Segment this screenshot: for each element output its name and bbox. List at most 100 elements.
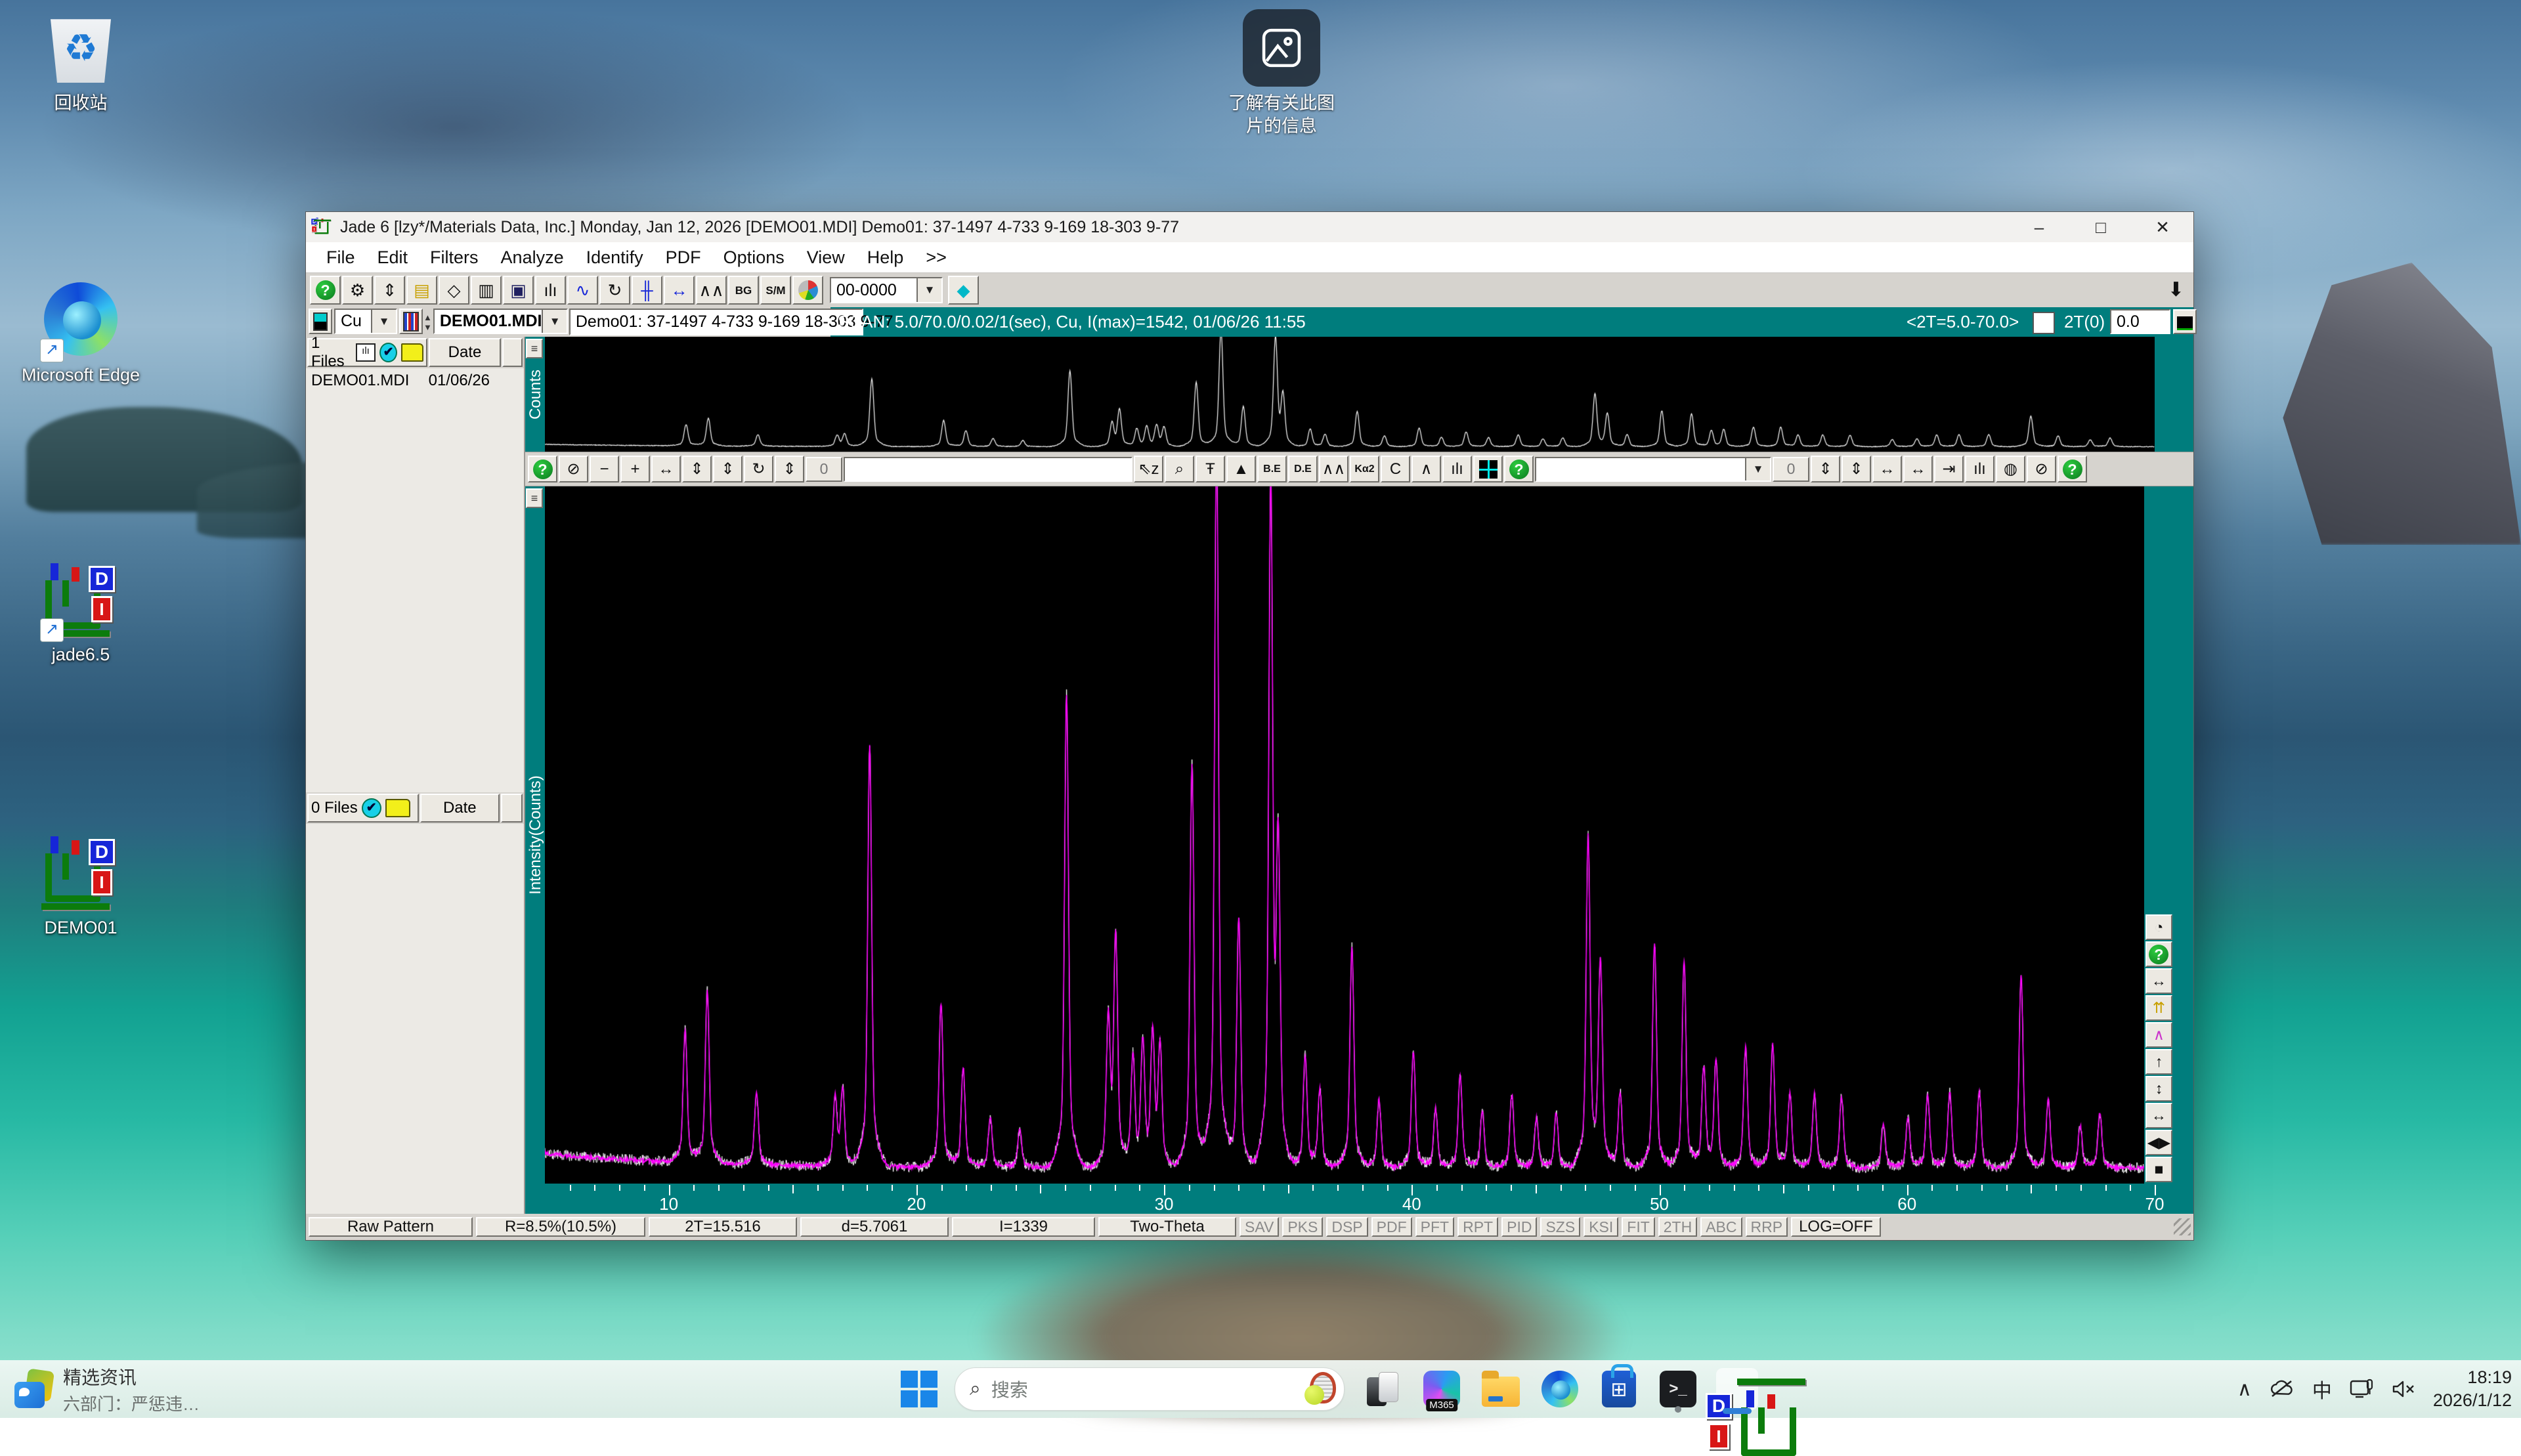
ime-indicator[interactable]: 中	[2312, 1375, 2332, 1403]
help-icon[interactable]: ?	[2145, 941, 2172, 967]
peak-id-icon[interactable]: ∧	[1411, 456, 1441, 482]
status-toggle-2th[interactable]: 2TH	[1658, 1217, 1697, 1237]
grid-icon[interactable]	[1473, 456, 1503, 482]
status-toggle-pft[interactable]: PFT	[1415, 1217, 1454, 1237]
onedrive-offline-icon[interactable]	[2269, 1379, 2295, 1399]
chevron-down-icon[interactable]: ▼	[1745, 458, 1770, 481]
search-box[interactable]: ⌕ 搜索	[955, 1367, 1345, 1411]
display-pen-icon[interactable]	[2349, 1379, 2374, 1400]
menu-analyze[interactable]: Analyze	[490, 247, 575, 268]
crystallite-icon[interactable]: C	[1381, 456, 1410, 482]
desktop-icon-recycle-bin[interactable]: 回收站	[18, 11, 143, 114]
snapshot-icon[interactable]: ⇥	[1934, 456, 1964, 482]
print-icon[interactable]: ▥	[471, 276, 502, 305]
stretch-updown-icon[interactable]: ⇕	[1842, 456, 1871, 482]
taskbar-file-explorer[interactable]	[1480, 1368, 1522, 1410]
demo-info-field[interactable]: Demo01: 37-1497 4-733 9-169 18-303 9-77	[569, 309, 863, 335]
chevron-down-icon[interactable]: ▼	[916, 278, 941, 302]
main-chart-canvas[interactable]	[545, 486, 2144, 1184]
desktop-icon-demo01[interactable]: DI DEMO01	[18, 835, 143, 938]
status-toggle-ksi[interactable]: KSI	[1584, 1217, 1618, 1237]
status-toggle-sav[interactable]: SAV	[1239, 1217, 1279, 1237]
help2-icon[interactable]: ?	[1504, 456, 1534, 482]
primary-file-list[interactable]: DEMO01.MDI01/06/26	[306, 368, 524, 792]
gauge-icon[interactable]: ◔	[2145, 914, 2172, 940]
phase-select[interactable]: ▼	[1535, 457, 1771, 482]
resize-grip[interactable]	[2174, 1218, 2191, 1235]
axis-units-cell[interactable]: Two-Theta	[1098, 1217, 1236, 1237]
zoom-out-icon[interactable]: −	[590, 456, 619, 482]
cd-gray-icon[interactable]: ◍	[1996, 456, 2025, 482]
desktop-icon-edge[interactable]: Microsoft Edge	[18, 282, 143, 385]
maximize-button[interactable]: □	[2070, 212, 2132, 242]
stop-icon[interactable]: ■	[2145, 1157, 2172, 1182]
chevron-down-icon[interactable]: ▼	[542, 310, 566, 333]
splitter-handle-icon[interactable]: ≡	[526, 339, 543, 358]
bg-icon[interactable]: BG	[728, 276, 759, 305]
photo-info-button[interactable]: 了解有关此图 片的信息	[1216, 9, 1347, 138]
minimize-button[interactable]: –	[2008, 212, 2070, 242]
disable2-icon[interactable]: ⊘	[2027, 456, 2056, 482]
status-toggle-rpt[interactable]: RPT	[1457, 1217, 1498, 1237]
status-toggle-pid[interactable]: PID	[1501, 1217, 1537, 1237]
area-fill-icon[interactable]: ▲	[1226, 456, 1256, 482]
h-arrows-blue-icon[interactable]: ◀▶	[2145, 1130, 2172, 1155]
page-updown-icon[interactable]: ⇕	[775, 456, 804, 482]
chevrons-up-icon[interactable]: ∧	[2145, 1022, 2172, 1048]
status-toggle-rrp[interactable]: RRP	[1746, 1217, 1788, 1237]
tray-chevron-icon[interactable]: ∧	[2237, 1378, 2252, 1401]
date-column-header[interactable]: Date	[429, 338, 502, 367]
taskbar-jade-active[interactable]: DI	[1716, 1368, 1758, 1410]
two-theta-zero-input[interactable]: 0.0	[2110, 309, 2170, 334]
expand-horizontal-icon[interactable]: ↔	[651, 456, 681, 482]
status-toggle-szs[interactable]: SZS	[1540, 1217, 1580, 1237]
peak-list-icon[interactable]: ılı	[1442, 456, 1472, 482]
widgets-button[interactable]: 精选资讯 六部门：严惩违…	[0, 1360, 214, 1418]
photo-info-icon[interactable]	[1243, 9, 1320, 87]
twin-peaks-icon[interactable]: ∧∧	[696, 276, 727, 305]
save-icon[interactable]: ▣	[503, 276, 534, 305]
anode-select[interactable]: Cu ▼	[334, 309, 397, 334]
be-icon[interactable]: B.E	[1257, 456, 1287, 482]
title-bar[interactable]: DI Jade 6 [lzy*/Materials Data, Inc.] Mo…	[306, 212, 2193, 242]
chevron-down-icon[interactable]: ▼	[371, 310, 396, 333]
zoom-in-icon[interactable]: +	[620, 456, 650, 482]
clock[interactable]: 18:19 2026/1/12	[2433, 1366, 2512, 1412]
menu-pdf[interactable]: PDF	[655, 247, 712, 268]
status-toggle-abc[interactable]: ABC	[1700, 1217, 1742, 1237]
peak-label-icon[interactable]: ılı	[535, 276, 566, 305]
help-icon[interactable]: ?	[310, 276, 341, 305]
secondary-count-header[interactable]: 0 Files ✔	[307, 794, 419, 823]
status-toggle-dsp[interactable]: DSP	[1326, 1217, 1368, 1237]
taskbar-copilot-m365[interactable]	[1421, 1368, 1463, 1410]
v-arrows-icon[interactable]: ↕	[2145, 1076, 2172, 1102]
menu-options[interactable]: Options	[712, 247, 796, 268]
peaks-bar-icon[interactable]: ılı	[1965, 456, 1994, 482]
status-toggle-pdf[interactable]: PDF	[1371, 1217, 1412, 1237]
primary-count-header[interactable]: 1 Files ılı ✔	[307, 338, 427, 367]
smooth-icon[interactable]: ∿	[567, 276, 598, 305]
profile-peaks-icon[interactable]: ∧∧	[1319, 456, 1348, 482]
scroll-updown-icon[interactable]: ⇕	[1811, 456, 1840, 482]
h-expand-icon[interactable]: ↔	[2145, 968, 2172, 994]
sort-files-icon[interactable]: ⇕	[374, 276, 405, 305]
display-mode-cell[interactable]: Raw Pattern	[309, 1217, 473, 1237]
overlay-cycle-icon[interactable]: ↻	[599, 276, 630, 305]
secondary-file-list[interactable]	[306, 824, 524, 1214]
status-toggle-pks[interactable]: PKS	[1282, 1217, 1323, 1237]
search-match-disc-icon[interactable]	[792, 276, 823, 305]
pdf-number-select[interactable]: 00-0000 ▼	[830, 277, 943, 303]
overview-canvas[interactable]	[545, 337, 2155, 452]
file-select[interactable]: DEMO01.MDI ▼	[433, 309, 568, 334]
scroll-top-icon[interactable]: ↑	[2145, 1049, 2172, 1075]
disable-icon[interactable]: ⊘	[559, 456, 588, 482]
de-icon[interactable]: D.E	[1288, 456, 1318, 482]
restore-view-icon[interactable]: ↻	[744, 456, 773, 482]
menu-help[interactable]: Help	[856, 247, 915, 268]
file-spinner[interactable]: ▲▼	[423, 307, 432, 337]
menu-edit[interactable]: Edit	[366, 247, 420, 268]
spin-diamond-icon[interactable]: ◇	[439, 276, 469, 305]
zoom-box-icon[interactable]: ⌕	[1165, 456, 1194, 482]
log-scale-toggle[interactable]: LOG=OFF	[1791, 1217, 1881, 1237]
menu-view[interactable]: View	[796, 247, 856, 268]
